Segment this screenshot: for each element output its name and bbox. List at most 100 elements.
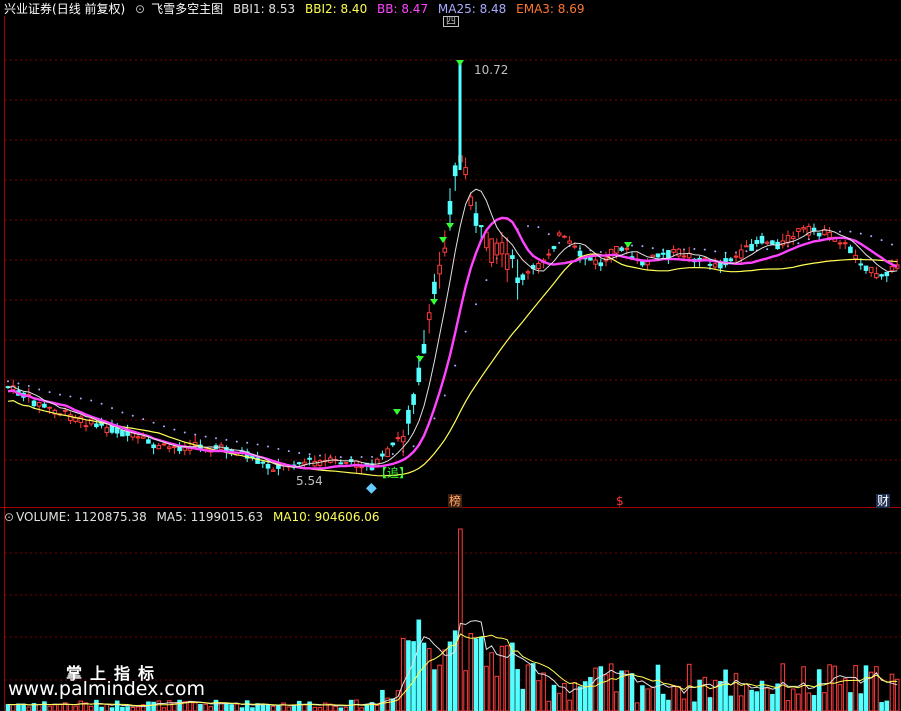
volume-ma10: MA10: 904606.06 [272,510,380,524]
ma25-dot-14 [79,397,82,400]
volume-bar-101 [530,663,536,711]
candle-body-49 [260,461,266,464]
bbi2-line [7,253,898,477]
ma25-dot-28 [152,421,155,424]
candle-body-77 [406,409,411,424]
volume-panel-header: ⊙ VOLUME: 1120875.38 MA5: 1199015.63 MA10… [4,510,386,524]
signal-arrow-4 [446,223,454,229]
candle-body-25 [135,436,141,439]
signal-arrow-3 [439,237,447,243]
candle-body-136 [712,263,718,268]
bb-line [7,216,898,470]
indicator-name[interactable]: 飞雪多空主图 [151,2,223,16]
candle-body-83 [437,264,442,275]
volume-bar-164 [858,693,864,711]
broker-name: 兴业证券 [4,2,53,16]
candle-body-29 [156,444,162,450]
volume-bar-156 [816,669,822,711]
volume-bar-50 [265,704,271,711]
volume-bar-85 [447,641,453,711]
volume-bar-28 [151,701,156,711]
volume-ma5: MA5: 1199015.63 [156,510,264,524]
volume-bar-6 [36,703,42,711]
candle-body-95 [499,242,505,255]
ma25-dot-44 [235,440,238,443]
candle-body-131 [686,253,692,259]
volume-bar-67 [354,699,359,711]
candle-body-124 [650,254,656,258]
volume-bar-88 [463,670,468,711]
candle-body-97 [510,255,515,259]
volume-bar-25 [135,706,141,711]
volume-bar-18 [99,706,104,711]
grid-lines [5,59,901,681]
candle-body-5 [31,400,37,407]
ma25-dot-64 [339,456,342,459]
volume-bar-94 [494,675,500,711]
volume-bar-16 [88,705,94,711]
volume-bar-60 [317,707,323,711]
ma25-dot-152 [797,242,800,245]
volume-bar-72 [380,689,385,711]
candle-body-51 [270,469,276,472]
volume-bar-127 [666,699,671,711]
candle-body-125 [655,253,661,258]
volume-bar-91 [478,637,484,711]
indicator-lines [7,188,898,477]
ma25-dot-2 [17,382,20,385]
ma25-dot-100 [527,225,529,228]
volume-bar-82 [432,669,437,711]
high-price-label: 10.72 [474,63,509,77]
volume-bar-154 [806,692,812,711]
volume-bar-143 [749,689,754,711]
candle-body-135 [707,263,713,266]
volume-bar-145 [759,680,765,711]
volume-bar-8 [47,705,52,711]
ma25-dot-34 [183,431,186,434]
volume-bar-160 [837,684,843,711]
volume-bar-2 [16,703,21,711]
volume-bar-102 [536,680,541,711]
settings-icon[interactable]: ⊙ [4,510,14,524]
candle-body-93 [489,238,494,263]
signal-arrow-1 [416,356,424,362]
volume-bar-126 [660,693,666,711]
candle-body-64 [338,462,344,465]
chart-frame [0,16,901,711]
volume-bar-27 [146,701,151,711]
candle-body-79 [416,367,422,383]
candle-body-84 [442,247,448,253]
chart-canvas [0,16,901,711]
period-label: (日线 前复权) [52,2,126,16]
candle-body-158 [827,231,832,239]
event-cai-marker[interactable]: 财 [876,494,891,508]
candle-body-166 [868,266,874,274]
volume-bar-153 [801,666,806,711]
event-bang-marker[interactable]: 榜 [448,494,463,508]
volume-bar-161 [842,678,848,711]
volume-value: VOLUME: 1120875.38 [16,510,147,524]
volume-bar-53 [281,702,286,711]
volume-bar-90 [473,638,479,711]
candle-body-98 [515,277,520,284]
ma25-dot-26 [142,418,145,421]
candle-body-17 [94,423,99,428]
ma25-dot-78 [412,445,415,448]
ma25-dot-90 [475,303,477,306]
volume-bar-36 [192,702,198,711]
volume-bar-169 [884,700,890,711]
watermark-url: www.palmindex.com [8,678,206,700]
indicator-ma25: MA25: 8.48 [437,2,507,16]
candle-body-170 [889,266,895,272]
ma25-dot-8 [48,391,51,394]
ma25-dot-42 [225,438,228,441]
volume-bar-147 [770,693,775,711]
ma25-dot-18 [100,402,103,405]
ma25-dot-92 [485,279,488,282]
volume-bar-24 [130,706,136,711]
volume-bar-1 [10,704,16,711]
volume-bar-14 [78,700,84,711]
event-dollar-marker[interactable]: $ [616,494,624,508]
settings-icon[interactable]: ⊙ [135,2,145,16]
candle-body-15 [83,425,89,428]
